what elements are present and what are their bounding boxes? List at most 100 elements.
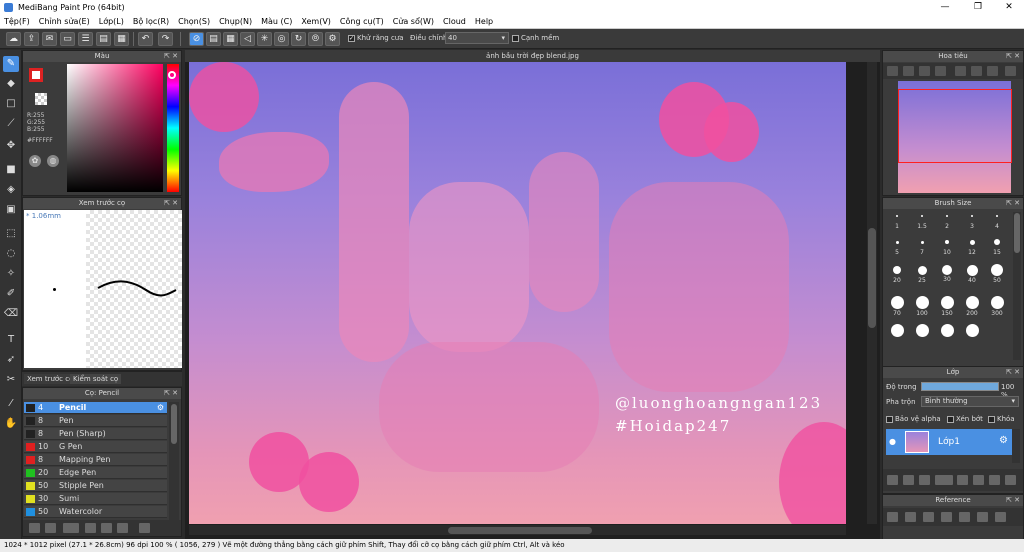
menu-edit[interactable]: Chỉnh sửa(E): [39, 17, 90, 26]
hand-tool-icon[interactable]: ✋: [3, 416, 19, 432]
move-tool-icon[interactable]: ✥: [3, 138, 19, 154]
merge-down-icon[interactable]: [973, 475, 984, 485]
snap-off-icon[interactable]: ⊘: [189, 32, 204, 46]
reset-rotation-icon[interactable]: [971, 66, 982, 76]
brush-item[interactable]: 10 G Pen: [24, 441, 167, 453]
background-color-swatch[interactable]: [35, 93, 47, 105]
color-history-icon[interactable]: ◍: [47, 155, 59, 167]
redo-icon[interactable]: ↷: [158, 32, 173, 46]
fill-rect-tool-icon[interactable]: ■: [3, 162, 19, 178]
snap-circle-icon[interactable]: ◎: [274, 32, 289, 46]
brush-size-option[interactable]: [996, 215, 998, 217]
add-layer-icon[interactable]: [887, 475, 898, 485]
close-button[interactable]: ✕: [994, 0, 1024, 15]
brush-size-option[interactable]: [965, 295, 979, 309]
panel-controls-icon[interactable]: ⇱ ✕: [1006, 495, 1020, 506]
brush-size-option[interactable]: [920, 240, 924, 244]
menu-tools[interactable]: Công cụ(T): [340, 17, 384, 26]
menu-snap[interactable]: Chụp(N): [219, 17, 252, 26]
brush-size-option[interactable]: [940, 323, 954, 337]
snap-ellipse-icon[interactable]: ⦾: [308, 32, 323, 46]
menu-cloud[interactable]: Cloud: [443, 17, 466, 26]
hue-handle[interactable]: [168, 71, 176, 79]
brush-size-option[interactable]: [965, 323, 979, 337]
eye-icon[interactable]: ●: [889, 437, 896, 446]
rotate-right-icon[interactable]: [987, 66, 998, 76]
folder-icon[interactable]: [919, 475, 930, 485]
folder-add-icon[interactable]: [957, 475, 968, 485]
panel-controls-icon[interactable]: ⇱ ✕: [164, 51, 178, 62]
cloud-brush-icon[interactable]: [29, 523, 40, 533]
brush-size-option[interactable]: [969, 239, 975, 245]
brush-item[interactable]: 30 Sumi: [24, 493, 167, 505]
panel-controls-icon[interactable]: ⇱ ✕: [1006, 367, 1020, 378]
hue-slider[interactable]: [167, 64, 179, 192]
menu-layer[interactable]: Lớp(L): [99, 17, 124, 26]
brush-size-option[interactable]: [915, 295, 929, 309]
panel-controls-icon[interactable]: ⇱ ✕: [1006, 198, 1020, 209]
copy-layer-icon[interactable]: [903, 475, 914, 485]
antialias-checkbox[interactable]: ✓ Khử răng cưa: [348, 34, 404, 42]
canvas-tab[interactable]: ảnh bầu trời đẹp blend.jpg: [185, 50, 880, 62]
zoom-out-icon[interactable]: [977, 512, 988, 522]
brush-size-option[interactable]: [945, 240, 949, 244]
horizontal-scroll-thumb[interactable]: [448, 527, 592, 534]
rotate-left-icon[interactable]: [955, 66, 966, 76]
layer-menu-icon[interactable]: [935, 475, 953, 485]
snap-edge-checkbox[interactable]: Cạnh mềm: [512, 34, 559, 42]
brush-size-scrollbar[interactable]: [1013, 212, 1021, 360]
brush-size-option[interactable]: [990, 295, 1004, 309]
zoom-in-icon[interactable]: [959, 512, 970, 522]
open-icon[interactable]: [905, 512, 916, 522]
menu-file[interactable]: Tệp(F): [4, 17, 30, 26]
snap-parallel-icon[interactable]: ▤: [206, 32, 221, 46]
brush-item[interactable]: 8 Pen (Sharp): [24, 428, 167, 440]
menu-window[interactable]: Cửa sổ(W): [393, 17, 434, 26]
brush-size-option[interactable]: [942, 265, 952, 275]
grid-icon[interactable]: ▦: [114, 32, 129, 46]
brush-size-option[interactable]: [966, 264, 978, 276]
list-icon[interactable]: ☰: [78, 32, 93, 46]
brush-item[interactable]: 20 Edge Pen: [24, 467, 167, 479]
eyedropper-icon[interactable]: [995, 512, 1006, 522]
panel-controls-icon[interactable]: ⇱ ✕: [164, 198, 178, 209]
copy-brush-icon[interactable]: [85, 523, 96, 533]
maximize-button[interactable]: ❐: [963, 0, 993, 15]
eraser-tool-icon[interactable]: ◆: [3, 76, 19, 92]
add-brush-icon[interactable]: [45, 523, 56, 533]
zoom-out-icon[interactable]: [903, 66, 914, 76]
tab-brush-control[interactable]: Kiểm soát cọ: [70, 374, 122, 384]
brush-item[interactable]: 50 Stipple Pen: [24, 480, 167, 492]
select-eraser-tool-icon[interactable]: ⌫: [3, 306, 19, 322]
adjust-dropdown[interactable]: 40 ▾: [445, 32, 509, 44]
brush-item[interactable]: 50 Watercolor: [24, 506, 167, 518]
brush-item[interactable]: 8 Mapping Pen: [24, 454, 167, 466]
magic-wand-tool-icon[interactable]: ✧: [3, 266, 19, 282]
select-tool-icon[interactable]: ⬚: [3, 226, 19, 242]
brush-list-scrollbar[interactable]: [169, 402, 179, 520]
rectangle-tool-icon[interactable]: □: [3, 96, 19, 112]
bucket-tool-icon[interactable]: ◈: [3, 182, 19, 198]
snap-grid-icon[interactable]: ▦: [223, 32, 238, 46]
select-pen-tool-icon[interactable]: ✐: [3, 286, 19, 302]
protect-alpha-checkbox[interactable]: Bảo vệ alpha: [886, 415, 941, 423]
delete-icon[interactable]: [989, 475, 1000, 485]
brush-size-option[interactable]: [915, 323, 929, 337]
actual-size-icon[interactable]: [935, 66, 946, 76]
menu-color[interactable]: Màu (C): [261, 17, 292, 26]
snap-settings-icon[interactable]: ⚙: [325, 32, 340, 46]
fit-icon[interactable]: [919, 66, 930, 76]
undo-icon[interactable]: ↶: [138, 32, 153, 46]
vertical-scroll-thumb[interactable]: [868, 228, 876, 328]
brush-size-option[interactable]: [991, 264, 1003, 276]
layer-settings-icon[interactable]: [1005, 475, 1016, 485]
brush-size-option[interactable]: [917, 265, 927, 275]
layer-row[interactable]: ● Lớp1 ⚙: [886, 429, 1012, 455]
blend-mode-select[interactable]: Bình thường ▾: [921, 396, 1019, 407]
brush-size-option[interactable]: [895, 240, 899, 244]
eyedropper-tool-icon[interactable]: ⁄: [3, 396, 19, 412]
menu-filter[interactable]: Bộ lọc(R): [133, 17, 169, 26]
palette-icon[interactable]: ✿: [29, 155, 41, 167]
text-tool-icon[interactable]: T: [3, 332, 19, 348]
brush-tool-icon[interactable]: ✎: [3, 56, 19, 72]
